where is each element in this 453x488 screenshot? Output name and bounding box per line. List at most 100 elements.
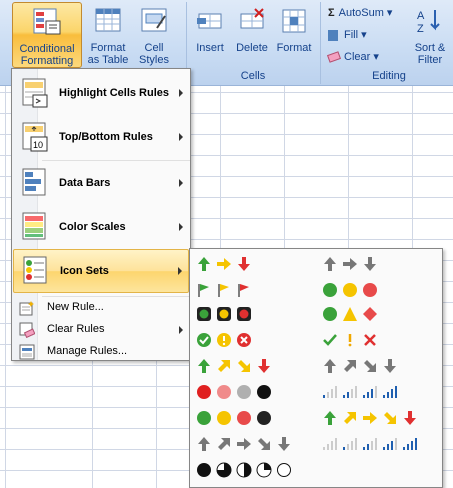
gray-down-arrow-icon xyxy=(364,257,376,271)
submenu-arrow-icon xyxy=(179,133,183,141)
red-down-arrow-icon xyxy=(238,257,250,271)
red-diamond-icon xyxy=(363,307,377,321)
icon-set-3-flags[interactable] xyxy=(196,279,314,301)
gray-down-right-arrow-icon xyxy=(364,360,376,372)
icon-set-5-arrows-gray[interactable] xyxy=(196,433,314,455)
x-circle-icon xyxy=(237,333,251,347)
clear-label: Clear xyxy=(344,51,371,63)
signal-3-bars-icon xyxy=(363,386,377,398)
exclamation-circle-icon xyxy=(217,333,231,347)
green-flag-icon xyxy=(198,284,209,297)
gray-down-arrow-icon xyxy=(384,359,396,373)
fill-button[interactable]: Fill ▾ xyxy=(328,26,367,44)
chevron-down-icon: ▾ xyxy=(361,29,367,41)
menu-item-data-bars[interactable]: Data Bars xyxy=(13,161,189,205)
icon-set-4-ratings[interactable] xyxy=(322,381,440,403)
top-bottom-icon: 10 xyxy=(21,121,49,156)
sort-filter-button[interactable]: A Z Sort & Filter xyxy=(408,2,452,68)
eraser-icon xyxy=(326,51,342,63)
green-check-icon xyxy=(323,334,337,346)
menu-item-label: Icon Sets xyxy=(60,265,109,277)
yellow-circle-icon xyxy=(343,283,357,297)
gray-right-arrow-icon xyxy=(343,258,357,270)
delete-label: Delete xyxy=(236,42,268,54)
submenu-arrow-icon xyxy=(179,326,183,334)
quarter-circle-icon xyxy=(256,462,272,478)
gray-down-arrow-icon xyxy=(278,437,290,451)
format-as-table-label: Format as Table xyxy=(87,42,129,66)
green-up-arrow-icon xyxy=(324,411,336,425)
menu-item-label: Top/Bottom Rules xyxy=(59,131,153,143)
icon-set-3-symbols-uncircled[interactable] xyxy=(322,329,440,351)
yellow-light-icon xyxy=(217,307,231,321)
gray-circle-icon xyxy=(237,385,251,399)
menu-item-new-rule[interactable]: New Rule... xyxy=(13,297,189,319)
icon-sets-icon xyxy=(22,255,50,290)
submenu-arrow-icon xyxy=(179,179,183,187)
menu-item-manage-rules[interactable]: Manage Rules... xyxy=(13,341,189,363)
signal-2-bars-icon xyxy=(343,386,357,398)
icon-set-4-traffic-lights[interactable] xyxy=(196,407,314,429)
full-circle-icon xyxy=(197,463,211,477)
icon-set-4-arrows-gray[interactable] xyxy=(322,355,440,377)
insert-cells-icon xyxy=(195,6,225,39)
autosum-button[interactable]: Σ AutoSum ▾ xyxy=(328,4,392,22)
menu-item-top-bottom-rules[interactable]: 10 Top/Bottom Rules xyxy=(13,115,189,159)
yellow-circle-icon xyxy=(217,411,231,425)
color-scales-icon xyxy=(21,211,49,246)
format-label: Format xyxy=(276,42,312,54)
icon-set-red-to-black[interactable] xyxy=(196,381,314,403)
sort-filter-icon: A Z xyxy=(415,6,445,39)
yellow-up-right-arrow-icon xyxy=(218,360,230,372)
gray-up-arrow-icon xyxy=(198,437,210,451)
red-down-arrow-icon xyxy=(258,359,270,373)
yellow-right-arrow-icon xyxy=(217,258,231,270)
delete-button[interactable]: Delete xyxy=(232,2,272,68)
clear-button[interactable]: Clear ▾ xyxy=(326,48,379,66)
green-up-arrow-icon xyxy=(198,359,210,373)
icon-set-4-arrows-colored[interactable] xyxy=(196,355,314,377)
group-separator xyxy=(320,2,321,84)
red-circle-icon xyxy=(197,385,211,399)
data-bars-icon xyxy=(21,167,49,202)
menu-item-clear-rules[interactable]: Clear Rules xyxy=(13,319,189,341)
menu-item-highlight-cells-rules[interactable]: Highlight Cells Rules xyxy=(13,71,189,115)
chevron-down-icon: ▾ xyxy=(373,51,379,63)
signal-2-bars-icon xyxy=(363,438,377,450)
menu-item-label: Data Bars xyxy=(59,177,111,189)
icon-set-3-traffic-lights-rimmed[interactable] xyxy=(196,303,314,325)
green-circle-icon xyxy=(197,411,211,425)
gray-right-arrow-icon xyxy=(237,438,251,450)
gray-up-arrow-icon xyxy=(324,359,336,373)
menu-item-label: New Rule... xyxy=(47,301,104,313)
highlight-cells-icon xyxy=(21,77,49,112)
insert-button[interactable]: Insert xyxy=(190,2,230,68)
icon-set-3-arrows-gray[interactable] xyxy=(322,253,440,275)
submenu-arrow-icon xyxy=(178,267,182,275)
format-button[interactable]: Format xyxy=(274,2,314,68)
format-as-table-button[interactable]: Format as Table xyxy=(84,2,132,68)
cell-styles-icon xyxy=(139,6,169,39)
icon-set-3-symbols-circled[interactable] xyxy=(196,329,314,351)
icon-set-5-ratings[interactable] xyxy=(322,433,440,455)
icon-sets-gallery xyxy=(189,248,443,488)
conditional-formatting-menu: Highlight Cells Rules 10 Top/Bottom Rule… xyxy=(11,68,191,361)
green-circle-icon xyxy=(323,283,337,297)
conditional-formatting-button[interactable]: Conditional Formatting xyxy=(12,2,82,68)
menu-item-color-scales[interactable]: Color Scales xyxy=(13,205,189,249)
icon-set-5-quarters[interactable] xyxy=(196,459,314,481)
icon-set-3-signs[interactable] xyxy=(322,303,440,325)
conditional-formatting-icon xyxy=(32,7,62,40)
menu-item-icon-sets[interactable]: Icon Sets xyxy=(13,249,189,293)
autosum-label: AutoSum xyxy=(338,7,384,19)
menu-item-label: Highlight Cells Rules xyxy=(59,87,170,99)
svg-text:10: 10 xyxy=(33,140,43,150)
sort-filter-label: Sort & Filter xyxy=(414,42,446,66)
red-x-icon xyxy=(364,334,376,346)
signal-3-bars-icon xyxy=(383,438,397,450)
cell-styles-button[interactable]: Cell Styles xyxy=(132,2,176,68)
icon-set-3-traffic-lights-unrimmed[interactable] xyxy=(322,279,440,301)
icon-set-3-arrows-colored[interactable] xyxy=(196,253,314,275)
menu-item-label: Clear Rules xyxy=(47,323,105,335)
icon-set-5-arrows-colored[interactable] xyxy=(322,407,440,429)
